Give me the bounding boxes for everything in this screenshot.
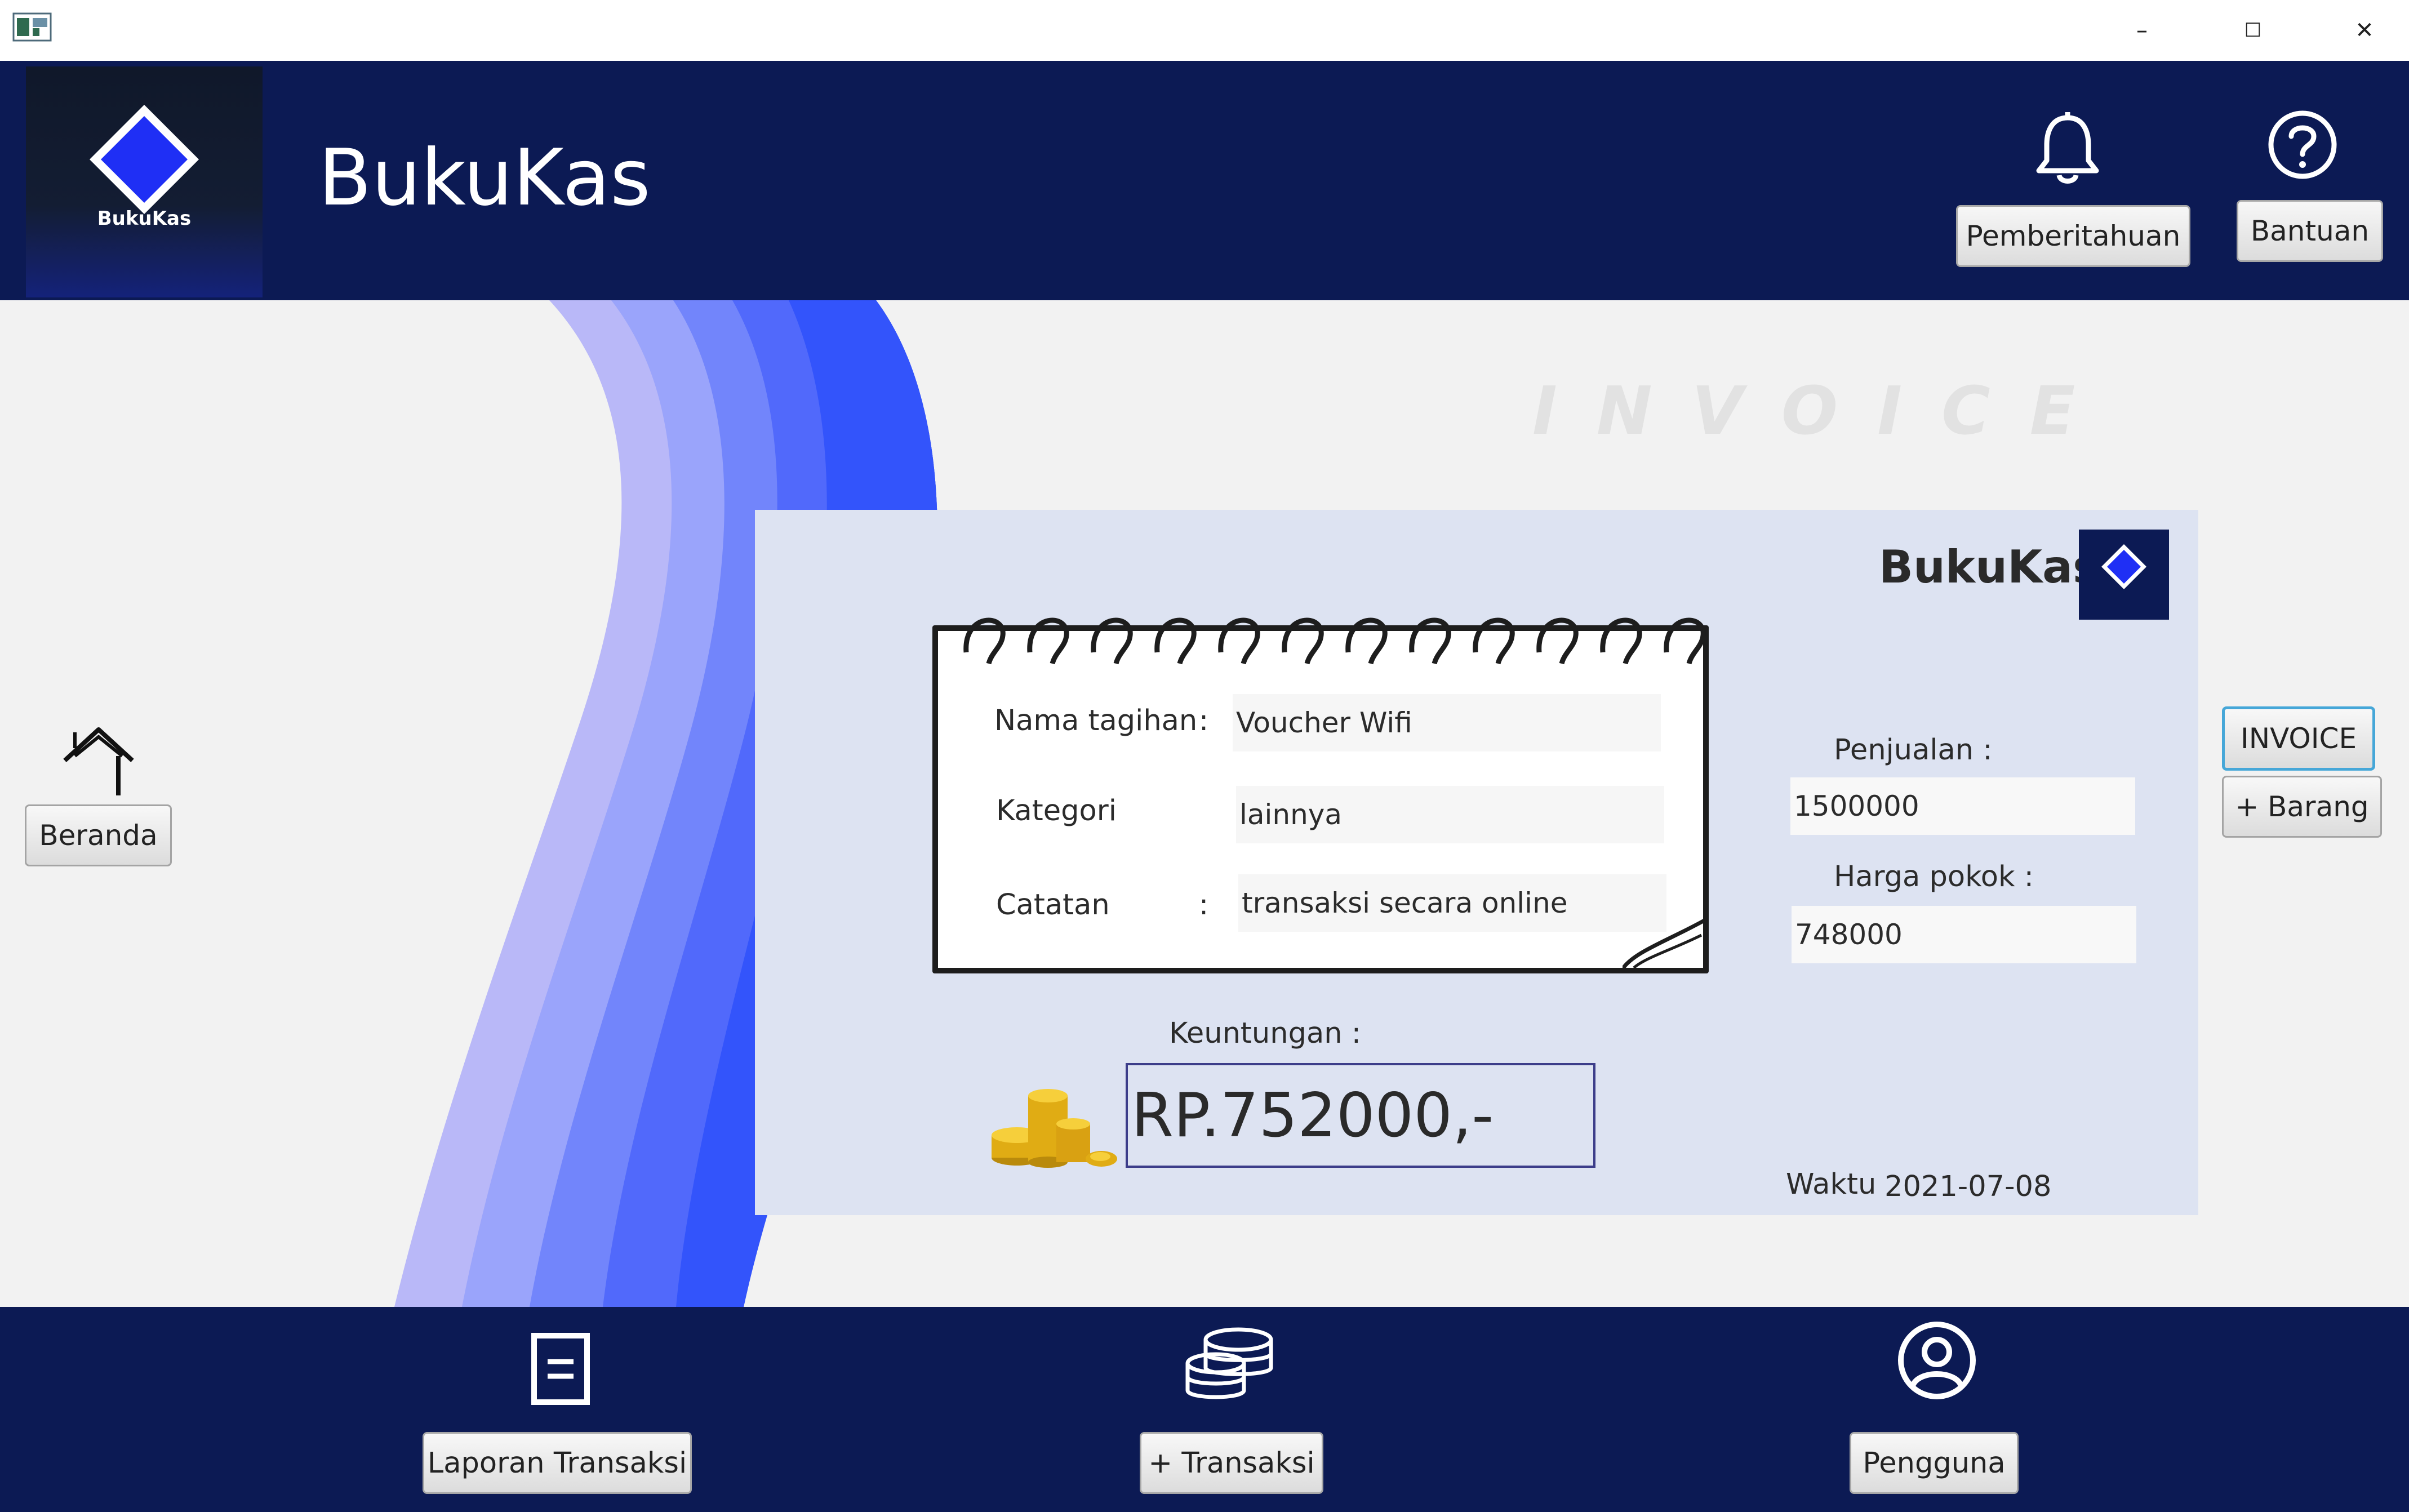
bill-name-label: Nama tagihan (994, 704, 1198, 737)
cost-label: Harga pokok : (1834, 860, 2034, 893)
help-icon (2268, 110, 2337, 179)
maximize-button[interactable]: ☐ (2222, 8, 2284, 53)
time-label: Waktu (1786, 1168, 1877, 1201)
category-label: Kategori (996, 794, 1117, 828)
home-button[interactable]: Beranda (25, 804, 172, 866)
header-logo: BukuKas (26, 66, 263, 297)
profit-label: Keuntungan : (1169, 1017, 1361, 1050)
transaction-report-button[interactable]: Laporan Transaksi (423, 1432, 692, 1494)
invoice-brand-logo (2079, 530, 2169, 620)
window-titlebar (0, 0, 2409, 61)
notebook-spiral-icon (963, 617, 1706, 665)
invoice-button[interactable]: INVOICE (2222, 706, 2375, 771)
user-button[interactable]: Pengguna (1850, 1432, 2019, 1494)
invoice-brand-name: BukuKas (1879, 541, 2100, 593)
notes-field[interactable]: transaksi secara online (1238, 874, 1666, 932)
gold-coins-icon (992, 1089, 1117, 1168)
notification-button[interactable]: Pemberitahuan (1956, 205, 2190, 267)
app-window-icon (12, 12, 52, 42)
document-icon (531, 1333, 590, 1405)
home-icon (63, 727, 134, 795)
bill-name-colon: : (1199, 704, 1209, 737)
notes-colon: : (1199, 888, 1209, 922)
notes-label: Catatan (996, 888, 1110, 922)
category-field[interactable]: lainnya (1236, 786, 1664, 843)
bill-name-field[interactable]: Voucher Wifi (1233, 694, 1661, 751)
close-button[interactable]: ✕ (2334, 8, 2395, 53)
logo-diamond-icon (2101, 544, 2146, 589)
logo-caption: BukuKas (97, 207, 192, 230)
add-item-button[interactable]: + Barang (2222, 776, 2382, 838)
profit-display: RP.752000,- (1126, 1063, 1595, 1168)
cost-field[interactable]: 748000 (1792, 906, 2136, 963)
time-value: 2021-07-08 (1884, 1170, 2052, 1203)
add-transaction-button[interactable]: + Transaksi (1140, 1432, 1323, 1494)
invoice-heading: INVOICE (1532, 372, 2115, 450)
user-circle-icon (1898, 1322, 1976, 1399)
minimize-button[interactable]: – (2111, 8, 2173, 53)
help-button[interactable]: Bantuan (2237, 200, 2383, 262)
sales-field[interactable]: 1500000 (1790, 777, 2135, 835)
app-title: BukuKas (318, 132, 651, 223)
coins-stack-icon (1185, 1327, 1273, 1399)
bell-icon (2036, 112, 2099, 184)
sales-label: Penjualan : (1834, 733, 1993, 767)
logo-diamond-icon (90, 105, 199, 214)
